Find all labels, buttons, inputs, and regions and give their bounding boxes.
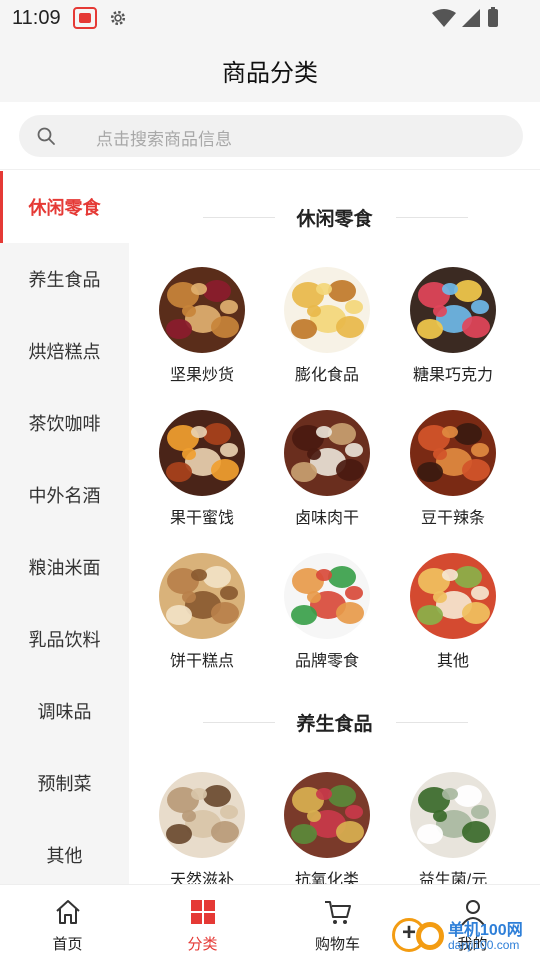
category-tile[interactable]: 其他 [393,553,513,683]
category-label: 品牌零食 [294,653,359,670]
status-bar: 11:09 [0,0,540,36]
sidebar-item-label: 其他 [46,846,83,866]
category-label: 膨化食品 [294,367,359,384]
tab-label: 首页 [52,936,83,953]
sidebar-item-label: 休闲零食 [28,198,101,218]
app-notification-icon [73,7,97,29]
category-tile[interactable]: 天然滋补 [142,772,262,884]
category-content: 休闲零食坚果炒货 膨化食品 糖果巧克力果干蜜饯 卤味肉干 豆干辣条饼干糕点 品牌零食 其他养… [129,171,540,884]
sidebar-item[interactable]: 烘焙糕点 [0,315,129,387]
divider [396,722,468,723]
section-title-text: 休闲零食 [296,209,373,230]
category-label: 果干蜜饯 [169,510,234,527]
sidebar-item-label: 乳品饮料 [28,630,101,650]
category-image [159,772,245,858]
page-title: 商品分类 [222,60,318,87]
status-signal-wifi-battery-icon [432,7,498,27]
sidebar-item[interactable]: 茶饮咖啡 [0,387,129,459]
sidebar-item-label: 粮油米面 [28,558,101,578]
category-image [410,267,496,353]
category-tile[interactable]: 卤味肉干 [267,410,387,540]
category-tile[interactable]: 抗氧化类 [267,772,387,884]
section-title: 养生食品 [129,707,540,737]
category-image [284,410,370,496]
category-icon [191,900,215,924]
category-image [159,553,245,639]
search-placeholder: 点击搜索商品信息 [96,130,232,149]
category-tile[interactable]: 益生菌/元 [393,772,513,884]
watermark: 单机100网 danji100.com [390,914,540,960]
section-title-text: 养生食品 [296,714,373,735]
sidebar-item[interactable]: 休闲零食 [0,171,129,243]
category-tile[interactable]: 豆干辣条 [393,410,513,540]
sidebar-item[interactable]: 养生食品 [0,243,129,315]
category-image [410,772,496,858]
divider [396,217,468,218]
tab-label: 购物车 [314,936,360,953]
sidebar-item[interactable]: 乳品饮料 [0,603,129,675]
sidebar-item-label: 茶饮咖啡 [28,414,101,434]
category-label: 豆干辣条 [420,510,485,527]
sidebar-item-label: 预制菜 [37,774,92,794]
tab-home[interactable]: 首页 [0,885,135,960]
category-tile[interactable]: 坚果炒货 [142,267,262,397]
section-title: 休闲零食 [129,202,540,232]
category-image [410,410,496,496]
category-label: 天然滋补 [169,872,234,884]
category-image [159,410,245,496]
category-image [410,553,496,639]
sidebar-item-label: 烘焙糕点 [28,342,101,362]
category-image [284,772,370,858]
category-label: 饼干糕点 [169,653,234,670]
settings-icon [110,10,126,26]
sidebar-item[interactable]: 中外名酒 [0,459,129,531]
sidebar-item-label: 调味品 [37,702,92,722]
category-label: 糖果巧克力 [412,367,493,384]
category-tile[interactable]: 饼干糕点 [142,553,262,683]
watermark-name: 单机100网 [448,922,523,939]
sidebar-item[interactable]: 粮油米面 [0,531,129,603]
category-tile[interactable]: 品牌零食 [267,553,387,683]
search-bar[interactable]: 点击搜索商品信息 [19,115,523,157]
tab-cart[interactable]: 购物车 [270,885,405,960]
category-sidebar: 休闲零食养生食品烘焙糕点茶饮咖啡中外名酒粮油米面乳品饮料调味品预制菜其他 [0,171,129,884]
search-icon [37,127,55,145]
category-label: 卤味肉干 [294,510,359,527]
category-image [284,267,370,353]
category-tile[interactable]: 膨化食品 [267,267,387,397]
page-header: 商品分类 [0,36,540,102]
category-label: 其他 [436,653,469,670]
category-label: 抗氧化类 [294,872,359,884]
sidebar-item-label: 养生食品 [28,270,101,290]
category-image [159,267,245,353]
sidebar-item[interactable]: 预制菜 [0,747,129,819]
sidebar-item[interactable]: 其他 [0,819,129,891]
category-label: 益生菌/元 [418,872,488,884]
search-area: 点击搜索商品信息 [0,102,540,170]
category-image [284,553,370,639]
home-icon [56,900,80,924]
status-time: 11:09 [12,7,61,29]
tab-category[interactable]: 分类 [135,885,270,960]
watermark-logo-ring-icon [416,922,444,950]
tab-label: 分类 [187,936,218,953]
category-tile[interactable]: 果干蜜饯 [142,410,262,540]
category-tile[interactable]: 糖果巧克力 [393,267,513,397]
cart-icon [325,901,351,924]
category-label: 坚果炒货 [169,367,234,384]
watermark-url: danji100.com [448,938,520,952]
sidebar-item[interactable]: 调味品 [0,675,129,747]
sidebar-item-label: 中外名酒 [28,486,101,506]
